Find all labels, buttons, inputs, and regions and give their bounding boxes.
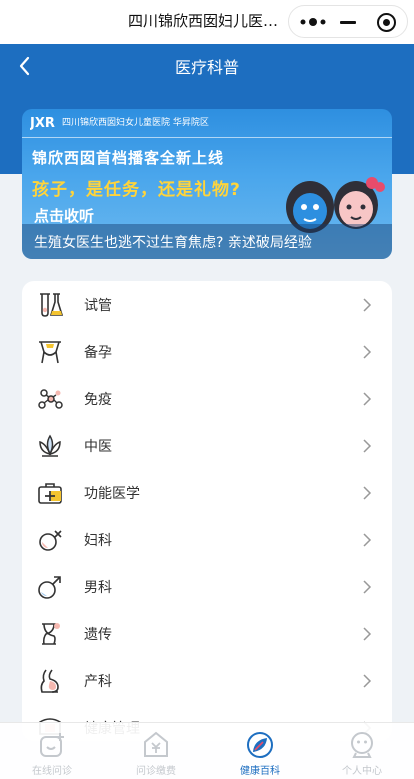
tab-encyclopedia[interactable]: 健康百科 xyxy=(210,723,310,779)
chevron-right-icon xyxy=(363,439,372,453)
obstetrics-icon xyxy=(40,669,59,693)
banner-headline: 锦欣西囡首档播客全新上线 xyxy=(32,149,225,167)
category-label: 男科 xyxy=(84,580,112,596)
mini-program-title: 四川锦欣西囡妇儿医院... xyxy=(128,12,286,30)
banner-hospital-name: 四川锦欣西囡妇女儿童医院 华昇院区 xyxy=(62,118,209,128)
category-label: 产科 xyxy=(84,674,112,690)
banner-subhead: 孩子，是任务，还是礼物? xyxy=(32,180,241,200)
category-label: 备孕 xyxy=(84,345,112,361)
male-symbol-icon xyxy=(38,576,61,599)
payment-icon xyxy=(144,731,168,757)
chevron-right-icon xyxy=(363,486,372,500)
chevron-right-icon xyxy=(363,298,372,312)
chevron-right-icon xyxy=(363,674,372,688)
chevron-right-icon xyxy=(363,580,372,594)
category-row-gynecology[interactable]: 妇科 xyxy=(22,516,392,563)
test-tube-icon xyxy=(40,293,64,317)
medical-kit-icon xyxy=(38,483,62,504)
female-symbol-icon xyxy=(39,530,62,551)
tab-payment[interactable]: 问诊缴费 xyxy=(106,723,206,779)
bottom-tab-bar: 在线问诊 问诊缴费 健康百科 个人中心 xyxy=(0,722,414,779)
category-label: 中医 xyxy=(84,439,112,455)
category-list: 试管 备孕 免疫 中医 功能医学 妇科 男科 遗传 产科 xyxy=(22,281,392,741)
dna-icon xyxy=(42,623,60,645)
more-options-icon[interactable] xyxy=(299,15,327,29)
pregnancy-prep-icon xyxy=(39,341,61,364)
tab-online-consult[interactable]: 在线问诊 xyxy=(2,723,102,779)
category-row-obstetrics[interactable]: 产科 xyxy=(22,657,392,704)
listen-button[interactable]: 点击收听 xyxy=(29,205,117,230)
lotus-icon xyxy=(39,434,61,457)
hospital-logo-icon: JXR xyxy=(30,116,55,131)
tab-label: 在线问诊 xyxy=(32,766,72,777)
category-row-functional-medicine[interactable]: 功能医学 xyxy=(22,469,392,516)
category-label: 免疫 xyxy=(84,392,112,408)
category-row-test-tube[interactable]: 试管 xyxy=(22,281,392,328)
category-label: 遗传 xyxy=(84,627,112,643)
tab-label: 健康百科 xyxy=(240,766,280,777)
category-row-genetics[interactable]: 遗传 xyxy=(22,610,392,657)
category-label: 妇科 xyxy=(84,533,112,549)
banner-caption: 生殖女医生也逃不过生育焦虑? 亲述破局经验 xyxy=(34,235,312,251)
close-mini-program-icon[interactable] xyxy=(377,13,396,32)
profile-icon xyxy=(351,732,373,758)
category-row-immunity[interactable]: 免疫 xyxy=(22,375,392,422)
category-row-andrology[interactable]: 男科 xyxy=(22,563,392,610)
capsule-menu xyxy=(288,5,408,38)
chevron-right-icon xyxy=(363,345,372,359)
tab-label: 问诊缴费 xyxy=(136,766,176,777)
chevron-right-icon xyxy=(363,533,372,547)
tab-profile[interactable]: 个人中心 xyxy=(312,723,412,779)
category-label: 试管 xyxy=(84,298,112,314)
encyclopedia-icon xyxy=(247,732,273,758)
online-consult-icon xyxy=(40,733,64,757)
svg-text:JXR: JXR xyxy=(30,116,55,131)
chevron-right-icon xyxy=(363,392,372,406)
tab-label: 个人中心 xyxy=(342,766,382,777)
category-row-pregnancy-prep[interactable]: 备孕 xyxy=(22,328,392,375)
banner-divider xyxy=(22,137,392,138)
podcast-banner[interactable]: JXR 四川锦欣西囡妇女儿童医院 华昇院区 锦欣西囡首档播客全新上线 孩子，是任… xyxy=(22,109,392,259)
page-title: 医疗科普 xyxy=(174,58,239,77)
minimize-icon[interactable] xyxy=(340,21,356,24)
mini-program-top-bar: 四川锦欣西囡妇儿医院... xyxy=(0,0,414,44)
category-label: 功能医学 xyxy=(84,486,140,502)
immunity-icon xyxy=(38,389,63,409)
chevron-right-icon xyxy=(363,627,372,641)
category-row-tcm[interactable]: 中医 xyxy=(22,422,392,469)
